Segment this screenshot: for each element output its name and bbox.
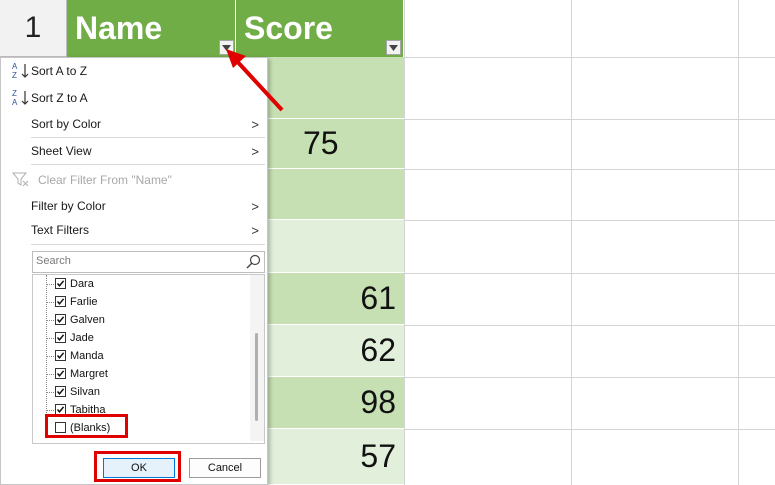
list-item-label: Margret (70, 368, 108, 380)
checkbox-checked[interactable] (55, 296, 66, 307)
grid-row-line (404, 377, 775, 378)
list-item[interactable]: Silvan (33, 383, 248, 401)
list-item-label: Galven (70, 314, 105, 326)
score-header-label: Score (244, 10, 333, 46)
sort-a-to-z-label: Sort A to Z (31, 64, 88, 78)
check-icon (56, 280, 65, 287)
list-scrollbar[interactable] (250, 275, 264, 441)
list-item[interactable]: Galven (33, 311, 248, 329)
tree-branch (47, 284, 54, 285)
checkbox-checked[interactable] (55, 332, 66, 343)
chevron-down-icon (389, 44, 398, 51)
sheet-view-label: Sheet View (31, 144, 92, 158)
menu-item-filter-by-color[interactable]: Filter by Color > (1, 195, 267, 217)
tree-branch (47, 392, 54, 393)
filter-search-input[interactable]: Search (32, 251, 265, 273)
filter-by-color-label: Filter by Color (31, 199, 106, 213)
score-filter-dropdown-button[interactable] (386, 40, 401, 55)
list-item-label: Farlie (70, 296, 98, 308)
tree-branch (47, 302, 54, 303)
check-icon (56, 388, 65, 395)
name-header-cell[interactable]: Name (67, 0, 236, 57)
sort-ascending-icon: A Z (12, 62, 29, 80)
check-icon (56, 316, 65, 323)
clear-filter-label: Clear Filter From "Name" (38, 173, 172, 187)
check-icon (56, 370, 65, 377)
grid-row-line (404, 169, 775, 170)
chevron-right-icon: > (251, 222, 259, 238)
list-item[interactable]: Dara (33, 275, 248, 293)
search-placeholder: Search (36, 255, 71, 267)
list-item-label: Silvan (70, 386, 100, 398)
red-arrow-annotation (226, 49, 284, 112)
text-filters-label: Text Filters (31, 223, 90, 237)
list-item-label: Dara (70, 278, 94, 290)
checkbox-checked[interactable] (55, 278, 66, 289)
row-header[interactable]: 1 (0, 0, 67, 57)
list-item-label: Manda (70, 350, 104, 362)
scrollbar-thumb[interactable] (255, 333, 258, 421)
list-item[interactable]: Jade (33, 329, 248, 347)
name-header-label: Name (75, 10, 163, 46)
grid-row-line (404, 57, 775, 58)
menu-separator (31, 137, 265, 138)
grid-row-line (404, 273, 775, 274)
svg-text:A: A (12, 98, 18, 107)
menu-item-clear-filter: Clear Filter From "Name" (1, 169, 267, 191)
sort-by-color-label: Sort by Color (31, 117, 102, 131)
menu-separator (31, 164, 265, 165)
tree-branch (47, 320, 54, 321)
svg-text:A: A (12, 62, 18, 71)
tree-branch (47, 356, 54, 357)
list-item[interactable]: Manda (33, 347, 248, 365)
grid-column-line (404, 0, 405, 485)
tree-branch (47, 410, 54, 411)
chevron-right-icon: > (251, 143, 259, 159)
grid-row-line (404, 220, 775, 221)
menu-item-text-filters[interactable]: Text Filters > (1, 219, 267, 241)
menu-item-sort-by-color[interactable]: Sort by Color > (1, 113, 267, 135)
grid-row-line (404, 119, 775, 120)
tree-branch (47, 374, 54, 375)
menu-separator (31, 244, 265, 245)
sort-z-to-a-label: Sort Z to A (31, 91, 88, 105)
svg-text:Z: Z (12, 89, 17, 98)
check-icon (56, 334, 65, 341)
search-icon (246, 254, 261, 269)
autofilter-menu: A Z Sort A to Z Z A Sort Z to A Sort by … (0, 57, 268, 485)
checkbox-checked[interactable] (55, 314, 66, 325)
svg-text:Z: Z (12, 71, 17, 80)
sort-descending-icon: Z A (12, 89, 29, 107)
clear-filter-icon (12, 172, 29, 187)
list-item[interactable]: Margret (33, 365, 248, 383)
blanks-highlight-box (45, 414, 128, 438)
check-icon (56, 352, 65, 359)
check-icon (56, 298, 65, 305)
menu-item-sheet-view[interactable]: Sheet View > (1, 140, 267, 162)
cancel-button[interactable]: Cancel (189, 458, 261, 478)
check-icon (56, 406, 65, 413)
tree-branch (47, 338, 54, 339)
list-item-label: Jade (70, 332, 94, 344)
grid-column-line (738, 0, 739, 485)
checkbox-checked[interactable] (55, 350, 66, 361)
grid-column-line (571, 0, 572, 485)
list-item[interactable]: Farlie (33, 293, 248, 311)
chevron-right-icon: > (251, 116, 259, 132)
ok-highlight-box (94, 451, 181, 482)
chevron-right-icon: > (251, 198, 259, 214)
grid-row-line (404, 325, 775, 326)
checkbox-checked[interactable] (55, 386, 66, 397)
checkbox-checked[interactable] (55, 368, 66, 379)
grid-row-line (404, 429, 775, 430)
